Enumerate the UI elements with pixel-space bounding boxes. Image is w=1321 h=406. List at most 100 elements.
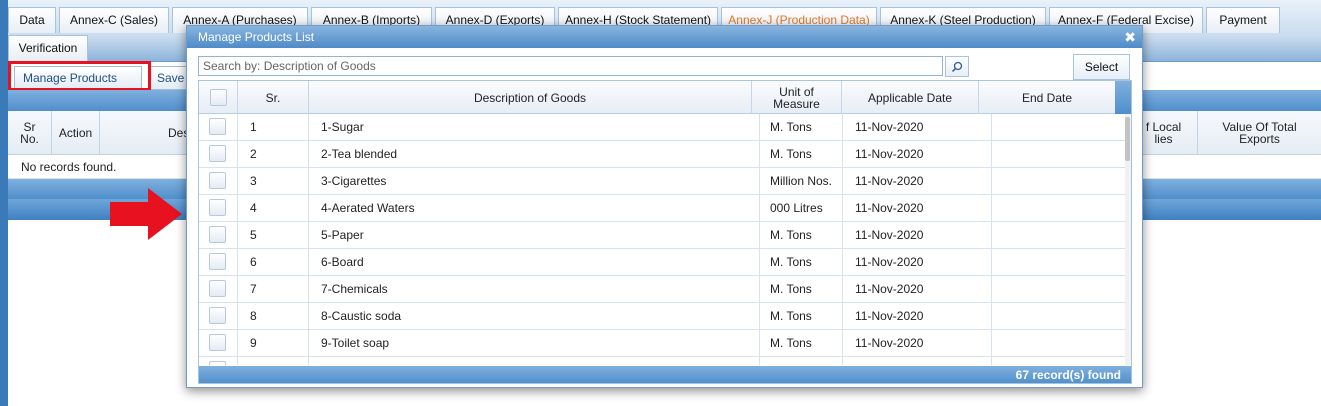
- row-checkbox[interactable]: [209, 199, 226, 216]
- cell-applicable-date: 11-Nov-2020: [843, 222, 992, 248]
- cell-applicable-date: 11-Nov-2020: [843, 249, 992, 275]
- cell-applicable-date: 11-Nov-2020: [843, 303, 992, 329]
- row-checkbox[interactable]: [209, 361, 226, 365]
- row-checkbox-cell: [199, 276, 238, 302]
- table-row[interactable]: 9 9-Toilet soap M. Tons 11-Nov-2020: [199, 330, 1125, 357]
- cell-description: 1-Sugar: [309, 114, 760, 140]
- cell-description: 8-Caustic soda: [309, 303, 760, 329]
- row-checkbox-cell: [199, 222, 238, 248]
- dialog-title: Manage Products List: [198, 30, 315, 44]
- row-checkbox[interactable]: [209, 118, 226, 135]
- close-icon[interactable]: ✖: [1124, 26, 1136, 48]
- search-input[interactable]: [198, 56, 943, 76]
- cell-end-date: [992, 195, 1125, 221]
- manage-products-dialog: Manage Products List ✖ Select Sr. Descri…: [186, 25, 1143, 388]
- row-checkbox[interactable]: [209, 172, 226, 189]
- cell-unit: 000 Litres: [760, 195, 843, 221]
- tab-payment[interactable]: Payment: [1206, 7, 1280, 33]
- select-button[interactable]: Select: [1073, 54, 1130, 80]
- cell-end-date: [992, 357, 1125, 365]
- cell-sr: 9: [238, 330, 309, 356]
- row-checkbox[interactable]: [209, 334, 226, 351]
- row-checkbox[interactable]: [209, 253, 226, 270]
- col-header-sr: Sr.: [238, 81, 309, 114]
- dialog-title-bar: Manage Products List: [187, 26, 1142, 48]
- cell-description: 3-Cigarettes: [309, 168, 760, 194]
- table-row[interactable]: 8 8-Caustic soda M. Tons 11-Nov-2020: [199, 303, 1125, 330]
- table-row-partial[interactable]: [199, 357, 1125, 365]
- cell-unit: M. Tons: [760, 276, 843, 302]
- cell-applicable-date: 11-Nov-2020: [843, 195, 992, 221]
- grid-footer: 67 record(s) found: [199, 366, 1131, 383]
- grid-scrollbar-thumb[interactable]: [1125, 117, 1130, 161]
- select-all-checkbox[interactable]: [209, 89, 227, 106]
- row-checkbox[interactable]: [209, 226, 226, 243]
- select-all-cell: [199, 81, 238, 114]
- cell-applicable-date: 11-Nov-2020: [843, 168, 992, 194]
- row-checkbox-cell: [199, 195, 238, 221]
- table-row[interactable]: 3 3-Cigarettes Million Nos. 11-Nov-2020: [199, 168, 1125, 195]
- table-row[interactable]: 2 2-Tea blended M. Tons 11-Nov-2020: [199, 141, 1125, 168]
- cell-unit: M. Tons: [760, 330, 843, 356]
- cell-unit: M. Tons: [760, 303, 843, 329]
- products-grid: Sr. Description of Goods Unit of Measure…: [198, 80, 1132, 384]
- cell-applicable-date: 11-Nov-2020: [843, 330, 992, 356]
- cell-end-date: [992, 222, 1125, 248]
- grid-body: 1 1-Sugar M. Tons 11-Nov-2020 2 2-Tea bl…: [199, 114, 1131, 365]
- cell-end-date: [992, 168, 1125, 194]
- tab-annex-c[interactable]: Annex-C (Sales): [59, 7, 169, 33]
- cell-unit: [760, 357, 843, 365]
- cell-description: 9-Toilet soap: [309, 330, 760, 356]
- grid-header: Sr. Description of Goods Unit of Measure…: [199, 81, 1131, 114]
- table-row[interactable]: 6 6-Board M. Tons 11-Nov-2020: [199, 249, 1125, 276]
- row-checkbox-cell: [199, 249, 238, 275]
- cell-applicable-date: [843, 357, 992, 365]
- arrow-right-icon: [110, 188, 182, 240]
- cell-end-date: [992, 141, 1125, 167]
- cell-sr: 7: [238, 276, 309, 302]
- record-count: 67 record(s) found: [1015, 368, 1121, 382]
- table-row[interactable]: 1 1-Sugar M. Tons 11-Nov-2020: [199, 114, 1125, 141]
- cell-end-date: [992, 276, 1125, 302]
- cell-unit: Million Nos.: [760, 168, 843, 194]
- cell-sr: 8: [238, 303, 309, 329]
- cell-sr: 1: [238, 114, 309, 140]
- cell-description: 4-Aerated Waters: [309, 195, 760, 221]
- search-icon: [951, 61, 963, 72]
- cell-end-date: [992, 249, 1125, 275]
- row-checkbox[interactable]: [209, 145, 226, 162]
- cell-description: [309, 357, 760, 365]
- cell-sr: 4: [238, 195, 309, 221]
- col-header-unit: Unit of Measure: [752, 81, 842, 114]
- cell-description: 5-Paper: [309, 222, 760, 248]
- col-header-description: Description of Goods: [309, 81, 752, 114]
- cell-sr: 6: [238, 249, 309, 275]
- cell-applicable-date: 11-Nov-2020: [843, 114, 992, 140]
- cell-unit: M. Tons: [760, 114, 843, 140]
- cell-description: 7-Chemicals: [309, 276, 760, 302]
- cell-applicable-date: 11-Nov-2020: [843, 276, 992, 302]
- highlight-annotation-box: [8, 61, 151, 91]
- row-checkbox-cell: [199, 114, 238, 140]
- search-button[interactable]: [945, 56, 969, 77]
- row-checkbox-cell: [199, 330, 238, 356]
- cell-end-date: [992, 114, 1125, 140]
- col-action: Action: [52, 111, 100, 155]
- table-row[interactable]: 5 5-Paper M. Tons 11-Nov-2020: [199, 222, 1125, 249]
- cell-description: 6-Board: [309, 249, 760, 275]
- cell-sr: [238, 357, 309, 365]
- cell-applicable-date: 11-Nov-2020: [843, 141, 992, 167]
- tab-data[interactable]: Data: [8, 7, 56, 33]
- cell-sr: 3: [238, 168, 309, 194]
- table-row[interactable]: 4 4-Aerated Waters 000 Litres 11-Nov-202…: [199, 195, 1125, 222]
- tab-verification[interactable]: Verification: [8, 35, 88, 61]
- cell-description: 2-Tea blended: [309, 141, 760, 167]
- row-checkbox[interactable]: [209, 307, 226, 324]
- table-row[interactable]: 7 7-Chemicals M. Tons 11-Nov-2020: [199, 276, 1125, 303]
- col-header-end-date: End Date: [1021, 90, 1073, 105]
- row-checkbox-cell: [199, 141, 238, 167]
- row-checkbox[interactable]: [209, 280, 226, 297]
- cell-unit: M. Tons: [760, 222, 843, 248]
- row-checkbox-cell: [199, 357, 238, 365]
- col-header-applicable-date: Applicable Date: [842, 81, 979, 114]
